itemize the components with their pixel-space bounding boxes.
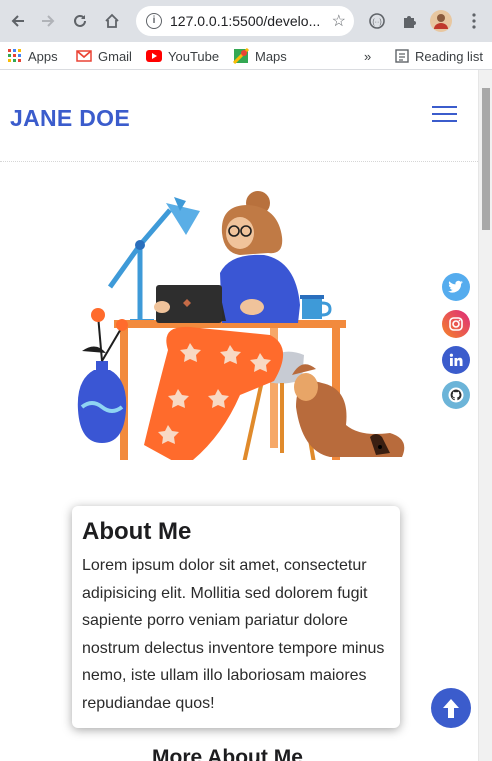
apps-grid-icon [8,49,21,62]
gmail-icon [76,50,92,62]
reading-list[interactable]: Reading list [395,46,483,66]
menu-kebab-icon[interactable] [459,6,489,36]
bookmark-label: Apps [28,48,58,64]
profile-avatar[interactable] [426,6,456,36]
linkedin-icon[interactable] [442,346,470,374]
reload-icon[interactable] [65,6,95,36]
back-to-top-button[interactable] [431,688,471,728]
site-info-icon[interactable]: i [146,13,162,29]
about-text: Lorem ipsum dolor sit amet, consectetur … [82,557,385,712]
bookmark-label: Gmail [98,48,132,64]
hero-illustration [77,191,405,460]
url-text: 127.0.0.1:5500/develo... [170,13,320,29]
bookmarks-overflow[interactable]: » [364,46,371,66]
page-scrollbar[interactable] [478,70,492,761]
bookmarks-bar: Apps Gmail YouTube Maps » Reading list [0,42,492,70]
reading-list-icon [395,49,409,63]
youtube-icon [146,50,162,62]
brand-logo[interactable]: JANE DOE [10,105,130,132]
site-header: JANE DOE [0,70,478,162]
bookmark-gmail[interactable]: Gmail [76,46,132,66]
address-bar[interactable]: i 127.0.0.1:5500/develo... ☆ [136,6,354,36]
bookmark-label: Maps [255,48,287,64]
bookmark-star-icon[interactable]: ☆ [332,11,346,31]
more-about-title: More About Me [152,746,303,761]
bookmark-youtube[interactable]: YouTube [146,46,219,66]
bookmark-apps[interactable]: Apps [8,46,58,66]
back-icon[interactable] [3,6,33,36]
bookmark-maps[interactable]: Maps [233,46,287,66]
extension-icon[interactable]: (··) [362,6,392,36]
twitter-icon[interactable] [442,273,470,301]
arrow-up-icon [443,699,459,718]
page-viewport: JANE DOE About Me Lorem ipsum dolor sit … [0,70,478,761]
browser-toolbar: i 127.0.0.1:5500/develo... ☆ (··) [0,0,492,42]
reading-list-label: Reading list [415,48,483,64]
about-card: About Me Lorem ipsum dolor sit amet, con… [72,506,400,728]
hamburger-menu-icon[interactable] [432,106,457,122]
forward-icon[interactable] [33,6,63,36]
coffee-mug [300,295,332,319]
overflow-chevron-icon: » [364,48,372,64]
scrollbar-thumb[interactable] [482,88,490,230]
about-title: About Me [82,518,192,545]
instagram-icon[interactable] [442,310,470,338]
maps-icon [233,48,249,64]
bookmark-label: YouTube [168,48,220,64]
dog [292,364,405,457]
home-icon[interactable] [97,6,127,36]
svg-text:(··): (··) [372,19,381,26]
puzzle-icon[interactable] [394,6,424,36]
github-icon[interactable] [442,381,470,409]
